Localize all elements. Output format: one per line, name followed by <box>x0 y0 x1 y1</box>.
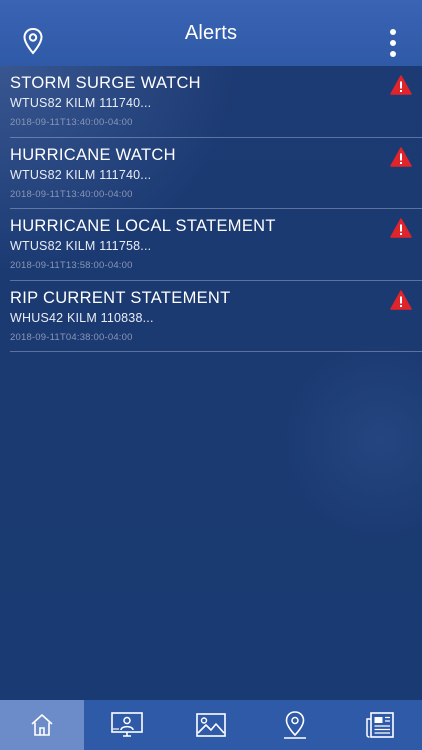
tab-home[interactable] <box>0 700 85 750</box>
page-title: Alerts <box>184 21 238 44</box>
alert-title: HURRICANE WATCH <box>10 145 176 164</box>
warning-icon <box>390 289 412 310</box>
alert-code: WHUS42 KILM 110838... <box>10 310 154 325</box>
image-icon <box>196 713 226 737</box>
alert-timestamp: 2018-09-11T13:58:00-04:00 <box>10 260 133 271</box>
location-button[interactable] <box>20 26 46 56</box>
alert-code: WTUS82 KILM 111758... <box>10 239 152 253</box>
alert-item-storm-surge-watch[interactable]: STORM SURGE WATCH WTUS82 KILM 111740... … <box>10 66 422 138</box>
tab-images[interactable] <box>169 700 253 750</box>
alert-item-hurricane-local-statement[interactable]: HURRICANE LOCAL STATEMENT WTUS82 KILM 11… <box>10 209 422 281</box>
location-pin-icon <box>23 27 43 55</box>
video-monitor-icon <box>110 712 143 737</box>
warning-icon <box>390 218 412 238</box>
alert-title: STORM SURGE WATCH <box>10 74 201 92</box>
tab-map[interactable] <box>253 700 337 750</box>
more-vertical-icon <box>390 29 396 35</box>
home-icon <box>31 714 53 736</box>
alert-title: HURRICANE LOCAL STATEMENT <box>10 217 276 235</box>
alert-timestamp: 2018-09-11T13:40:00-04:00 <box>10 188 133 200</box>
more-options-button[interactable] <box>378 28 408 58</box>
tab-news[interactable] <box>338 700 422 750</box>
alert-code: WTUS82 KILM 111740... <box>10 96 152 110</box>
alert-timestamp: 2018-09-11T13:40:00-04:00 <box>10 117 133 128</box>
map-pin-icon <box>284 711 307 739</box>
alert-title: RIP CURRENT STATEMENT <box>10 288 231 307</box>
alert-code: WTUS82 KILM 111740... <box>10 167 152 182</box>
app-header: Alerts <box>0 0 422 66</box>
alert-list: STORM SURGE WATCH WTUS82 KILM 111740... … <box>0 66 422 352</box>
alert-timestamp: 2018-09-11T04:38:00-04:00 <box>10 331 133 343</box>
alert-item-hurricane-watch[interactable]: HURRICANE WATCH WTUS82 KILM 111740... 20… <box>10 138 422 209</box>
newspaper-icon <box>366 712 394 738</box>
alert-item-rip-current-statement[interactable]: RIP CURRENT STATEMENT WHUS42 KILM 110838… <box>10 281 422 352</box>
bottom-tab-bar <box>0 700 422 750</box>
warning-icon <box>390 146 412 167</box>
warning-icon <box>390 75 412 95</box>
tab-video[interactable] <box>84 700 168 750</box>
